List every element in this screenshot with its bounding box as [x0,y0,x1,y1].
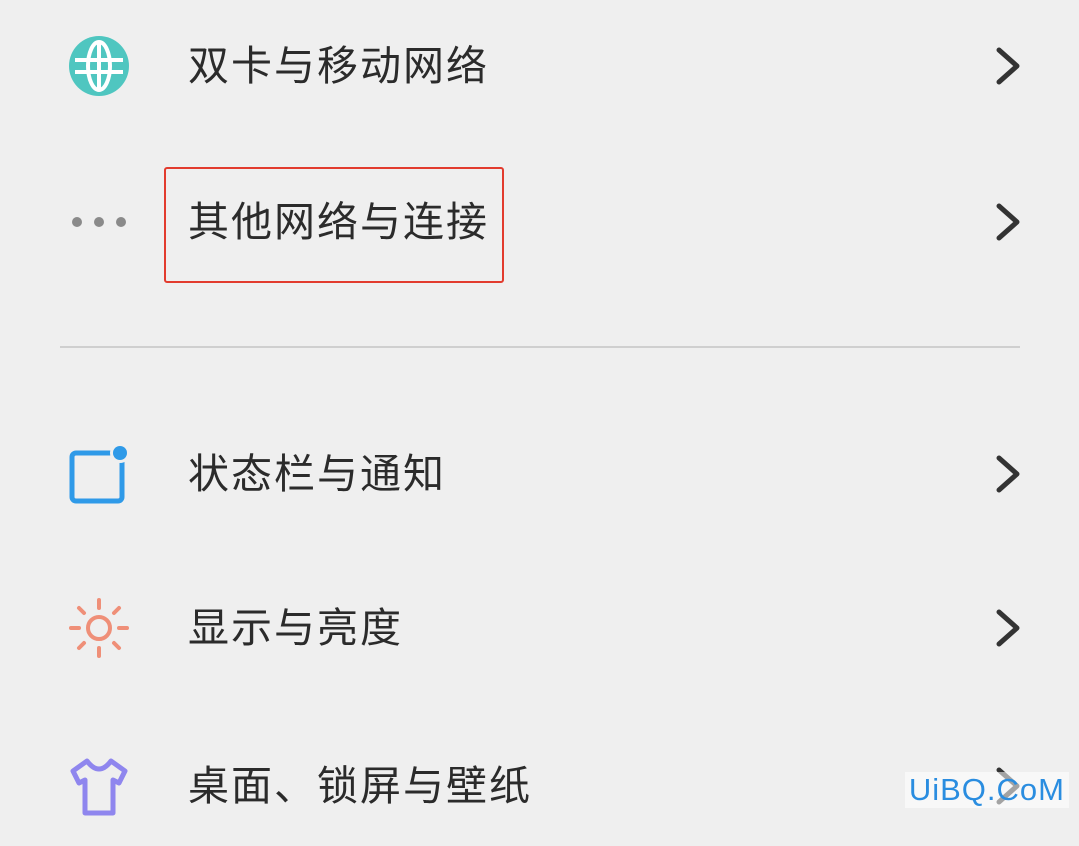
settings-item-display-brightness[interactable]: 显示与亮度 [0,568,1079,688]
settings-item-label: 状态栏与通知 [188,450,446,498]
watermark-text: UiBQ.CoM [904,772,1069,808]
chevron-right-icon [996,609,1020,647]
highlight-box [164,167,504,283]
sun-icon [64,593,134,663]
settings-item-label: 桌面、锁屏与壁纸 [188,762,532,810]
globe-icon [64,31,134,101]
settings-item-statusbar-notifications[interactable]: 状态栏与通知 [0,414,1079,534]
settings-item-dual-sim[interactable]: 双卡与移动网络 [0,6,1079,126]
notification-square-icon [64,439,134,509]
section-divider [60,346,1020,348]
chevron-right-icon [996,455,1020,493]
settings-item-label: 显示与亮度 [188,604,403,652]
tshirt-icon [64,751,134,821]
chevron-right-icon [996,203,1020,241]
more-dots-icon [64,187,134,257]
settings-item-label: 双卡与移动网络 [188,42,489,90]
settings-item-other-networks[interactable]: 其他网络与连接 [0,162,1079,282]
chevron-right-icon [996,47,1020,85]
